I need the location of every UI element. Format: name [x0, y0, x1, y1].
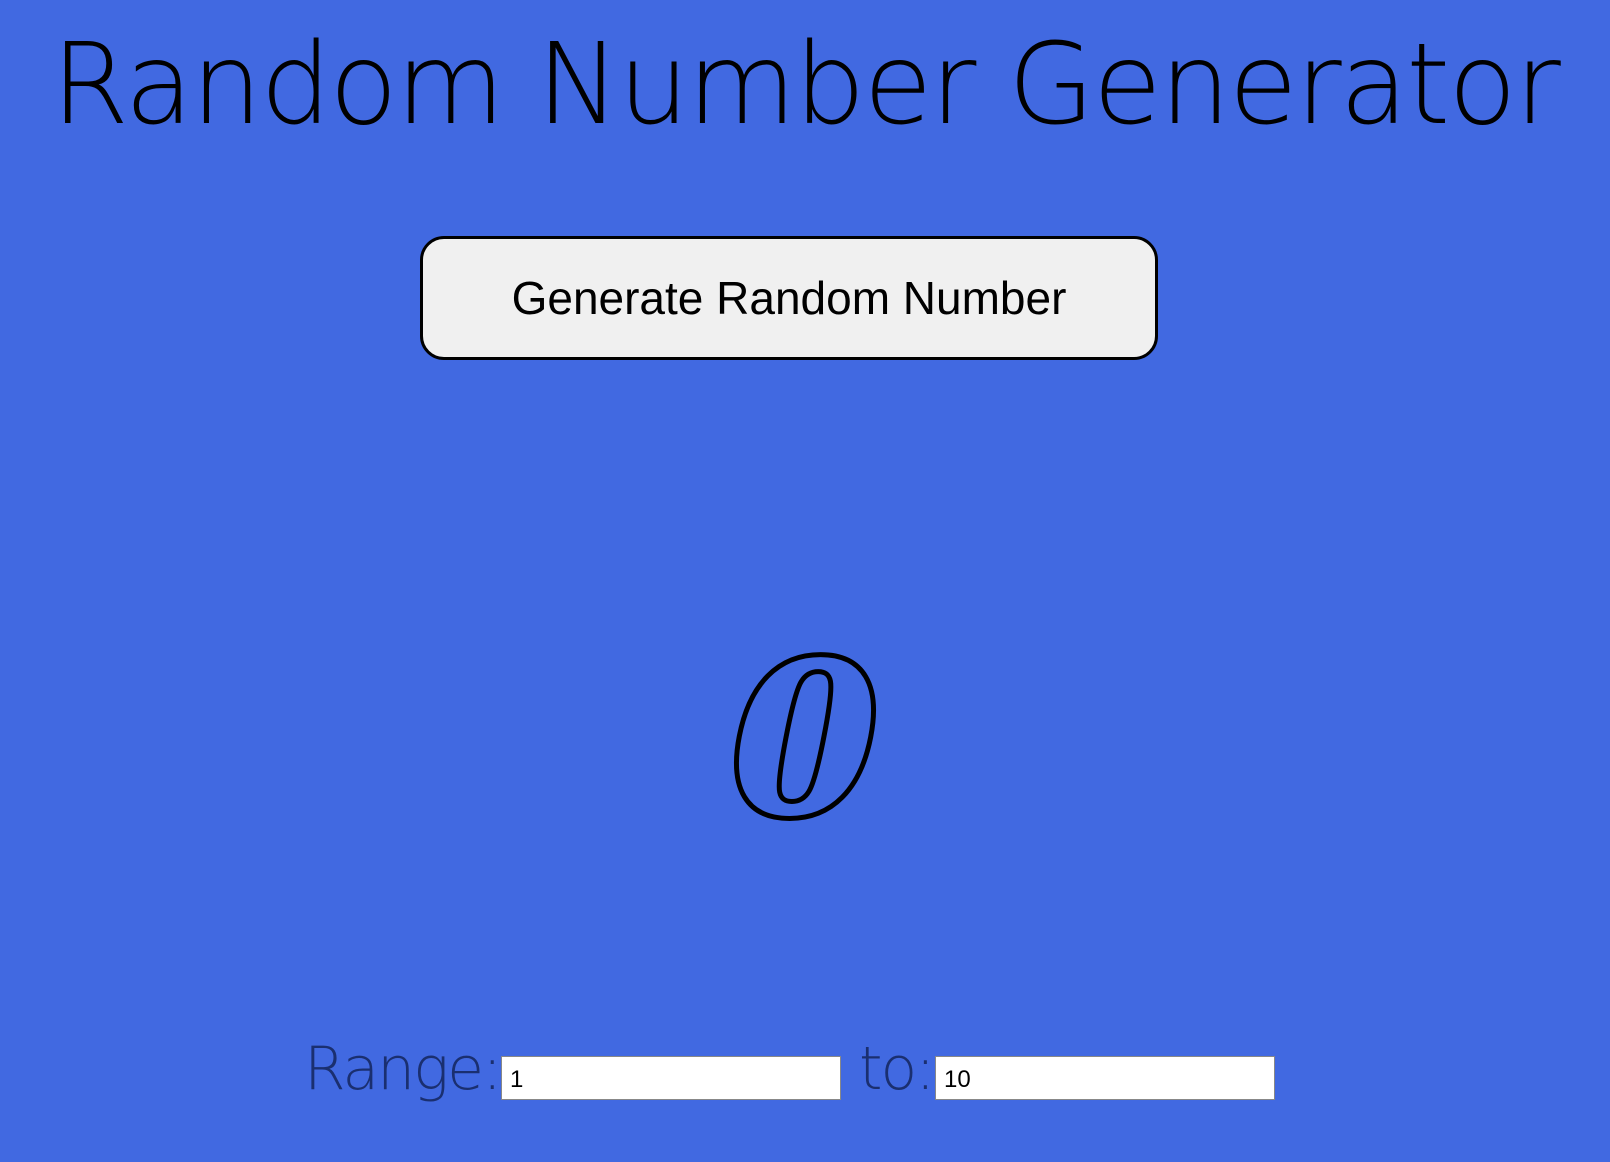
page-title: Random Number Generator — [51, 20, 1561, 150]
range-label: Range: — [304, 1034, 502, 1104]
range-to-label: to: — [859, 1034, 935, 1104]
range-min-input[interactable] — [501, 1056, 841, 1100]
range-max-input[interactable] — [935, 1056, 1275, 1100]
range-controls: Range: to: — [0, 1030, 1610, 1110]
random-number-result: 0 — [727, 611, 883, 868]
generate-random-number-button[interactable]: Generate Random Number — [420, 236, 1158, 360]
